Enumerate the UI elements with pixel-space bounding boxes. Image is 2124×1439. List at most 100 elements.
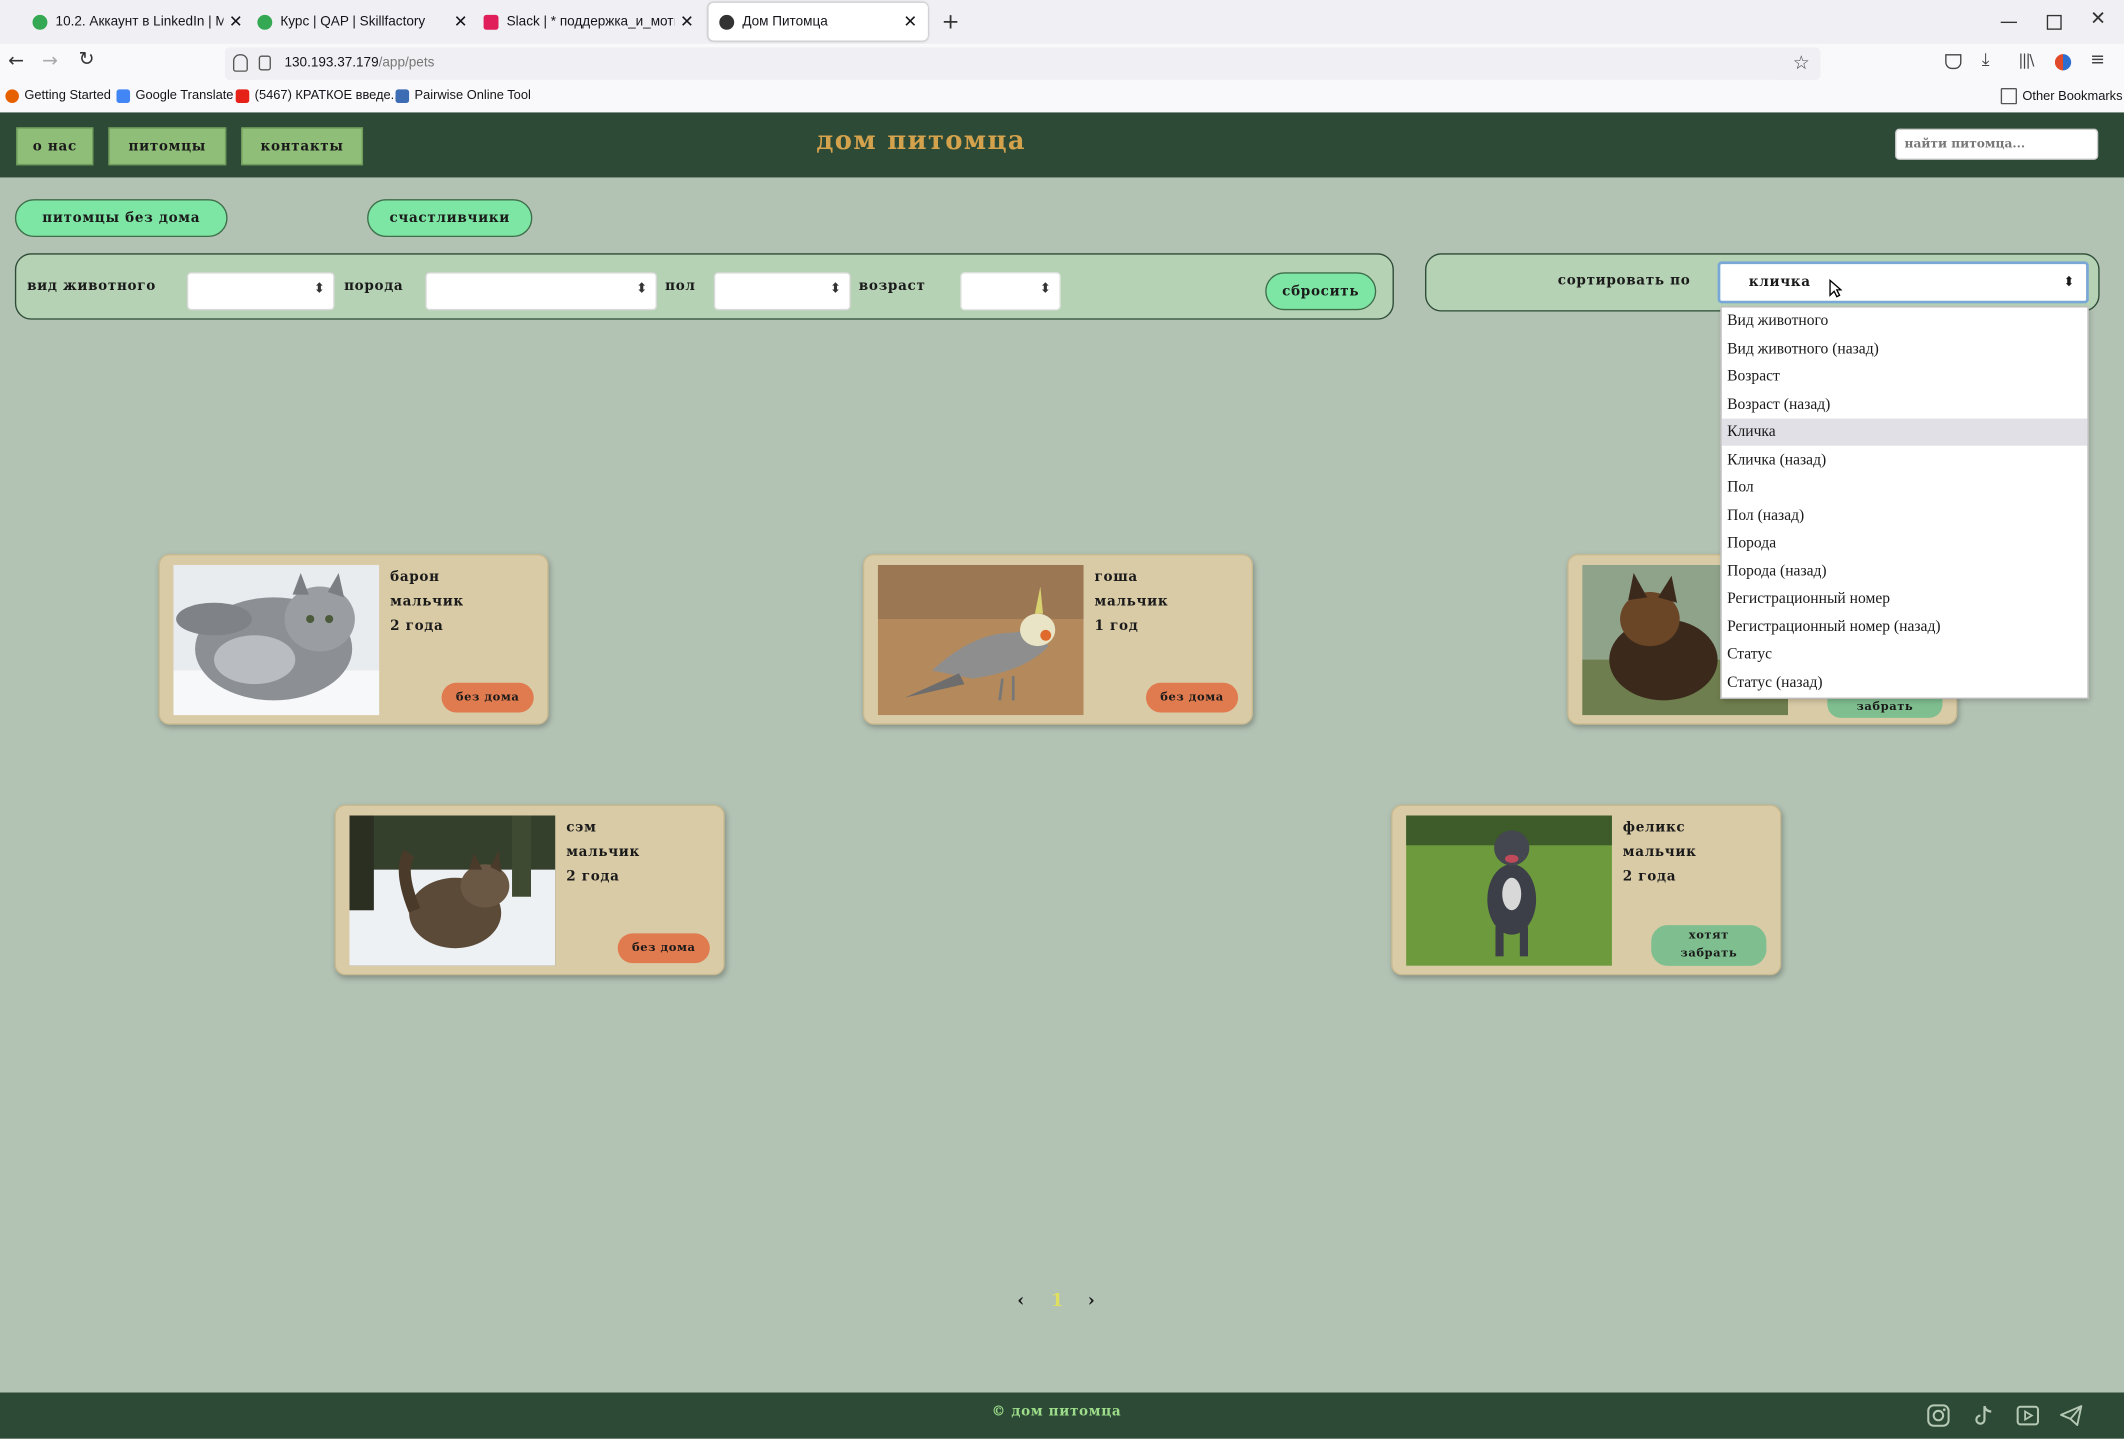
sort-option[interactable]: Пол <box>1722 474 2088 501</box>
sort-option[interactable]: Кличка (назад) <box>1722 446 2088 473</box>
close-tab-icon[interactable]: ✕ <box>454 12 468 31</box>
mouse-cursor-icon <box>1829 278 1843 304</box>
site-footer: © дом питомца <box>0 1392 2124 1439</box>
menu-icon[interactable]: ≡ <box>2090 50 2105 70</box>
close-window-icon[interactable]: ✕ <box>2090 8 2106 30</box>
breed-select[interactable] <box>425 272 657 311</box>
pet-card[interactable]: феликс мальчик 2 года хотят забрать <box>1391 804 1782 976</box>
sort-option[interactable]: Возраст <box>1722 363 2088 390</box>
sort-option[interactable]: Вид животного (назад) <box>1722 335 2088 362</box>
bookmark-item[interactable]: (5467) КРАТКОЕ введе... <box>235 88 402 103</box>
pet-card[interactable]: гоша мальчик 1 год без дома <box>862 554 1253 725</box>
grid-icon <box>395 88 410 103</box>
pet-name: феликс <box>1622 820 1686 836</box>
cat-tabby-icon <box>349 815 556 966</box>
close-tab-icon[interactable]: ✕ <box>680 12 694 31</box>
age-label: возраст <box>858 279 926 294</box>
status-badge[interactable]: хотят забрать <box>1651 925 1767 966</box>
maximize-window-icon[interactable] <box>2046 14 2062 30</box>
reload-icon[interactable]: ↻ <box>79 49 95 71</box>
animal-type-select[interactable] <box>186 272 335 311</box>
pagination: ‹ 1 › <box>1009 1291 1117 1318</box>
sort-option-selected[interactable]: Кличка <box>1721 418 2088 446</box>
browser-tab-active[interactable]: Дом Питомца ✕ <box>708 2 928 41</box>
minimize-window-icon[interactable] <box>2000 21 2017 24</box>
select-arrows-icon: ⬍ <box>2063 274 2076 290</box>
pet-sex: мальчик <box>1094 594 1169 610</box>
pet-info: сэм мальчик 2 года <box>566 817 640 890</box>
status-badge[interactable]: без дома <box>1145 682 1239 713</box>
pet-home-favicon-icon <box>719 14 735 30</box>
youtube-icon[interactable] <box>2016 1403 2040 1427</box>
age-input[interactable] <box>960 272 1061 311</box>
url-host: 130.193.37.179 <box>284 55 379 71</box>
pet-info: барон мальчик 2 года <box>390 566 464 639</box>
close-tab-icon[interactable]: ✕ <box>229 12 243 31</box>
extension-icon[interactable] <box>2054 54 2072 71</box>
status-badge[interactable]: забрать <box>1827 696 1943 718</box>
sex-label: пол <box>665 279 696 294</box>
browser-tab[interactable]: Slack | * поддержка_и_мотивац ✕ <box>483 3 701 41</box>
page-info-icon[interactable] <box>258 55 271 71</box>
site-header: о нас питомцы контакты дом питомца найти… <box>0 112 2124 178</box>
sort-options-list: Вид животного Вид животного (назад) Возр… <box>1720 306 2089 699</box>
pet-card[interactable]: сэм мальчик 2 года без дома <box>334 804 725 976</box>
pet-age: 1 год <box>1094 619 1139 634</box>
back-icon[interactable]: ← <box>8 50 24 72</box>
current-page[interactable]: 1 <box>1051 1291 1063 1311</box>
pocket-icon[interactable] <box>1945 54 1962 70</box>
instagram-icon[interactable] <box>1926 1403 1950 1427</box>
nav-pets-button[interactable]: питомцы <box>108 127 227 166</box>
tiktok-icon[interactable] <box>1971 1403 1995 1427</box>
status-badge[interactable]: без дома <box>617 933 710 964</box>
sort-selected-value: кличка <box>1748 274 1811 290</box>
library-icon[interactable]: |||\ <box>2018 51 2034 69</box>
url-text: 130.193.37.179/app/pets <box>284 47 434 80</box>
close-tab-icon[interactable]: ✕ <box>903 12 917 31</box>
bookmark-item[interactable]: Pairwise Online Tool <box>395 88 531 103</box>
pet-sex: мальчик <box>1622 845 1697 861</box>
prev-page-button[interactable]: ‹ <box>1017 1291 1024 1311</box>
site-logo[interactable]: дом питомца <box>759 126 1084 156</box>
sort-option[interactable]: Вид животного <box>1722 307 2088 334</box>
pet-sex: мальчик <box>390 594 464 610</box>
sort-option[interactable]: Статус <box>1722 641 2088 668</box>
tab-title: Дом Питомца <box>742 14 828 30</box>
sort-option[interactable]: Пол (назад) <box>1722 502 2088 529</box>
browser-tab[interactable]: 10.2. Аккаунт в LinkedIn | Мод ✕ <box>32 3 250 41</box>
telegram-icon[interactable] <box>2059 1403 2083 1427</box>
sort-select[interactable]: кличка ⬍ <box>1717 261 2089 304</box>
tab-title: Slack | * поддержка_и_мотивац <box>506 14 675 30</box>
sort-option[interactable]: Регистрационный номер (назад) <box>1722 613 2088 640</box>
nav-about-button[interactable]: о нас <box>16 127 94 166</box>
pet-card[interactable]: барон мальчик 2 года без дома <box>158 554 549 725</box>
bookmark-item[interactable]: Google Translate <box>116 88 233 103</box>
browser-tab[interactable]: Курс | QAP | Skillfactory ✕ <box>257 3 474 41</box>
sort-option[interactable]: Статус (назад) <box>1722 668 2088 695</box>
address-bar[interactable]: 130.193.37.179/app/pets ☆ <box>224 46 1821 80</box>
pet-name: сэм <box>566 820 597 836</box>
bookmark-label: Getting Started <box>24 88 111 103</box>
reset-filters-button[interactable]: сбросить <box>1265 272 1377 311</box>
pet-search-input[interactable]: найти питомца... <box>1895 128 2099 160</box>
forward-icon[interactable]: → <box>42 50 58 72</box>
bookmark-label: (5467) КРАТКОЕ введе... <box>254 88 402 103</box>
sort-option[interactable]: Возраст (назад) <box>1722 391 2088 418</box>
lucky-pets-button[interactable]: счастливчики <box>367 199 533 238</box>
sort-option[interactable]: Порода <box>1722 530 2088 557</box>
sort-option[interactable]: Регистрационный номер <box>1722 585 2088 612</box>
sex-select[interactable] <box>713 272 851 311</box>
homeless-pets-button[interactable]: питомцы без дома <box>14 199 228 238</box>
other-bookmarks[interactable]: Other Bookmarks <box>2000 88 2123 105</box>
new-tab-button[interactable]: + <box>941 8 959 34</box>
cockatiel-icon <box>877 564 1084 716</box>
sort-option[interactable]: Порода (назад) <box>1722 557 2088 584</box>
downloads-icon[interactable]: ⤓ <box>1982 50 1990 70</box>
folder-icon <box>2000 88 2017 105</box>
nav-contacts-button[interactable]: контакты <box>241 127 364 166</box>
animal-type-label: вид животного <box>27 279 156 294</box>
bookmark-item[interactable]: Getting Started <box>5 88 111 103</box>
bookmark-star-icon[interactable]: ☆ <box>1793 46 1810 79</box>
status-badge[interactable]: без дома <box>441 682 534 713</box>
next-page-button[interactable]: › <box>1088 1291 1095 1311</box>
